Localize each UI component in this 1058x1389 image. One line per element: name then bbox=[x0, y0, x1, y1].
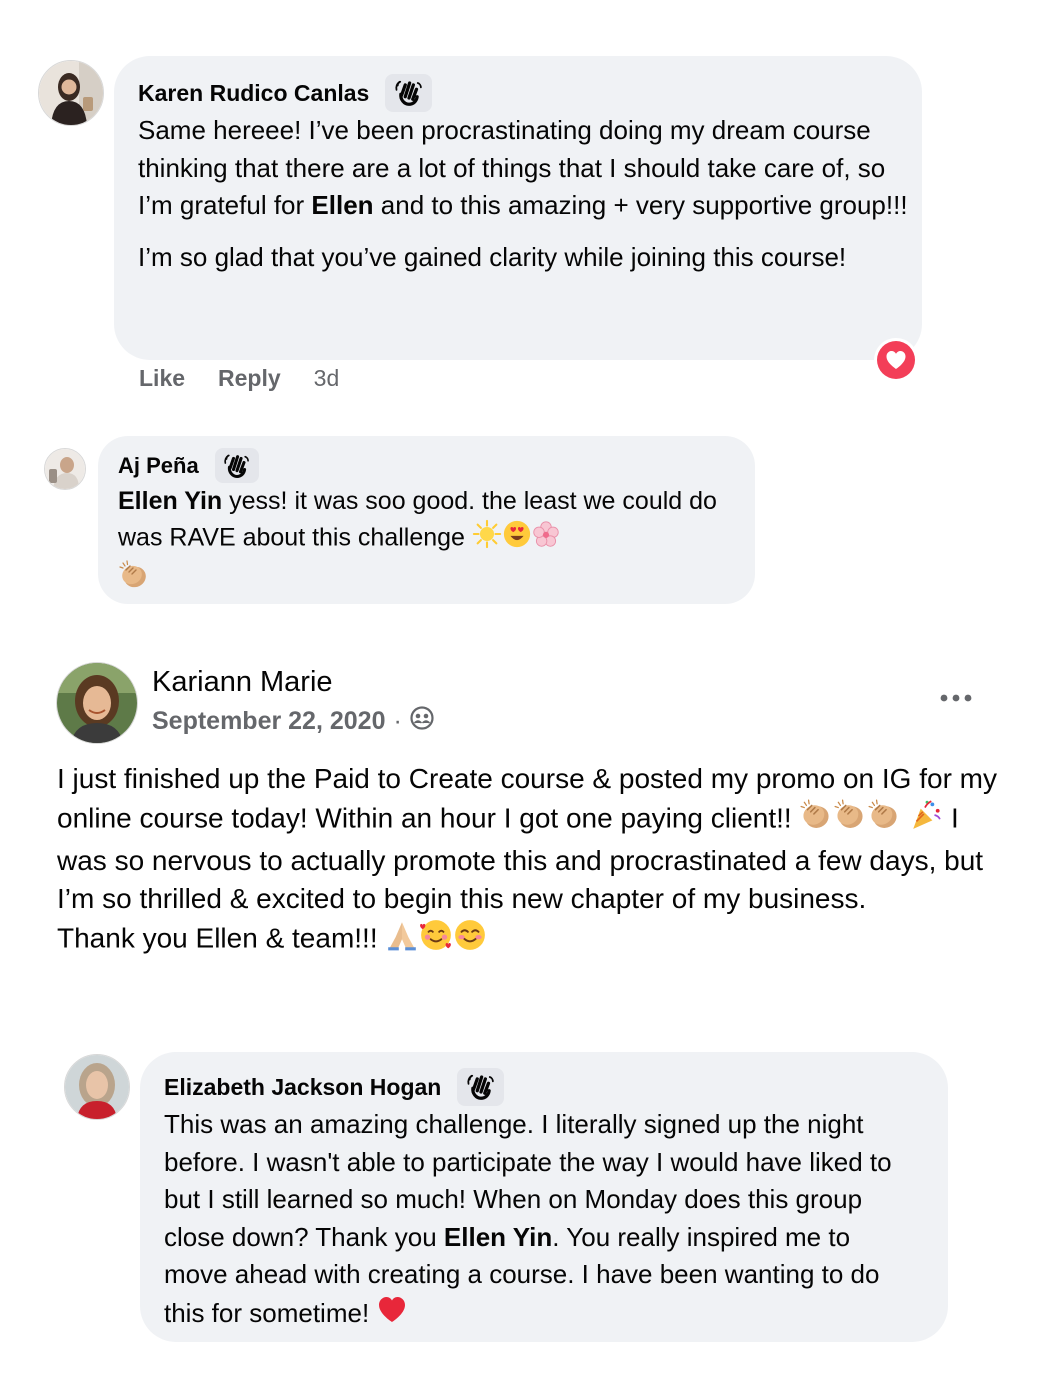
mention-link[interactable]: Ellen bbox=[311, 190, 373, 220]
post-meta: September 22, 2020 · bbox=[152, 706, 434, 737]
comment-text: Ellen Yin yess! it was soo good. the lea… bbox=[118, 483, 728, 601]
waving-hand-badge-icon bbox=[385, 74, 433, 112]
comment-bubble: Karen Rudico Canlas Same hereee! I’ve be… bbox=[114, 56, 922, 360]
avatar[interactable] bbox=[38, 60, 104, 126]
comment-timestamp[interactable]: 3d bbox=[314, 365, 340, 392]
sun-emoji-icon bbox=[472, 519, 502, 559]
clapping-hands-emoji-icon bbox=[118, 559, 150, 601]
avatar[interactable] bbox=[44, 448, 86, 490]
blossom-emoji-icon bbox=[532, 520, 560, 558]
post-author[interactable]: Kariann Marie bbox=[152, 666, 333, 699]
red-heart-emoji-icon bbox=[376, 1294, 408, 1337]
heart-eyes-emoji-icon bbox=[502, 519, 532, 559]
waving-hand-badge-icon bbox=[214, 448, 259, 483]
waving-hand-badge-icon bbox=[457, 1068, 505, 1106]
clapping-hands-emoji-icon bbox=[833, 798, 867, 842]
folded-hands-emoji-icon bbox=[385, 918, 419, 962]
comment-author[interactable]: Aj Peña bbox=[118, 453, 199, 479]
mention-link[interactable]: Ellen Yin bbox=[118, 487, 222, 515]
comment-bubble: Elizabeth Jackson Hogan This was an amaz… bbox=[140, 1052, 948, 1342]
post-date[interactable]: September 22, 2020 bbox=[152, 707, 385, 736]
blushing-face-emoji-icon bbox=[453, 918, 487, 962]
comment-author[interactable]: Karen Rudico Canlas bbox=[138, 80, 369, 107]
party-popper-emoji-icon bbox=[909, 798, 943, 842]
reply-button[interactable]: Reply bbox=[218, 365, 281, 392]
comment-bubble: Aj Peña Ellen Yin yess! it was soo good.… bbox=[98, 436, 755, 604]
more-options-icon[interactable] bbox=[936, 686, 976, 710]
clapping-hands-emoji-icon bbox=[867, 798, 901, 842]
meta-separator: · bbox=[393, 707, 402, 735]
clapping-hands-emoji-icon bbox=[799, 798, 833, 842]
post-body: I just finished up the Paid to Create co… bbox=[57, 760, 1007, 962]
comment-text-paragraph: I’m so glad that you’ve gained clarity w… bbox=[138, 241, 847, 272]
avatar[interactable] bbox=[56, 662, 138, 744]
like-button[interactable]: Like bbox=[139, 365, 185, 392]
avatar[interactable] bbox=[64, 1054, 130, 1120]
mention-link[interactable]: Ellen Yin bbox=[444, 1222, 552, 1252]
comment-text: Same hereee! I’ve been procrastinating d… bbox=[138, 115, 908, 220]
heart-reaction-icon[interactable] bbox=[874, 338, 918, 382]
comment-text: This was an amazing challenge. I literal… bbox=[164, 1106, 914, 1336]
smiling-face-with-hearts-emoji-icon bbox=[419, 918, 453, 962]
group-audience-icon bbox=[410, 706, 434, 737]
comment-actions: Like Reply 3d bbox=[139, 365, 339, 392]
comment-author[interactable]: Elizabeth Jackson Hogan bbox=[164, 1074, 441, 1101]
